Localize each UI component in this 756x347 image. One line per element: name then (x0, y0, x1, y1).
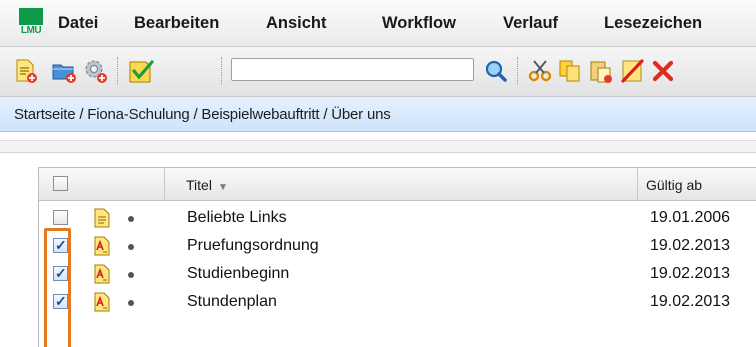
row-checkbox[interactable] (53, 210, 68, 225)
spacer (0, 132, 756, 140)
table-row[interactable]: Beliebte Links 19.01.2006 (39, 205, 756, 232)
delete-icon[interactable] (650, 58, 676, 84)
menu-bearbeiten[interactable]: Bearbeiten (134, 14, 219, 33)
menu-workflow[interactable]: Workflow (382, 14, 456, 33)
title-cell[interactable]: Studienbeginn (187, 265, 289, 283)
status-dot (128, 300, 134, 306)
document-icon (94, 208, 110, 228)
valid-from-cell: 19.01.2006 (650, 209, 731, 226)
lmu-logo: LMU (19, 8, 43, 36)
content-table: Titel ▼ Gültig ab Beliebte Links 19.01.20… (38, 167, 756, 347)
table-row[interactable]: ✓ Studienbeginn 19.02.2013 (39, 261, 756, 288)
valid-from-cell: 19.02.2013 (650, 237, 731, 254)
breadcrumb[interactable]: Startseite / Fiona-Schulung / Beispielwe… (14, 106, 391, 123)
copy-icon[interactable] (557, 58, 583, 84)
status-dot (128, 272, 134, 278)
menu-datei[interactable]: Datei (58, 14, 98, 33)
new-document-icon[interactable] (13, 58, 39, 84)
title-cell[interactable]: Pruefungsordnung (187, 237, 319, 255)
edited-document-icon (94, 292, 110, 312)
column-divider (164, 168, 165, 200)
title-cell[interactable]: Stundenplan (187, 293, 277, 311)
new-gear-icon[interactable] (82, 58, 108, 84)
status-dot (128, 244, 134, 250)
horizontal-divider (0, 140, 756, 153)
toolbar-separator (117, 57, 119, 85)
column-divider (637, 168, 638, 200)
status-dot (128, 216, 134, 222)
column-header-title[interactable]: Titel ▼ (186, 177, 228, 193)
menu-bar: LMU Datei Bearbeiten Ansicht Workflow Ve… (0, 0, 756, 47)
menu-ansicht[interactable]: Ansicht (266, 14, 327, 33)
column-header-valid-from[interactable]: Gültig ab (646, 177, 702, 193)
checkbox-highlight-frame (44, 228, 71, 347)
menu-verlauf[interactable]: Verlauf (503, 14, 558, 33)
edited-document-icon (94, 236, 110, 256)
release-check-icon[interactable] (127, 58, 157, 84)
paste-icon[interactable] (588, 58, 614, 84)
sort-desc-icon: ▼ (217, 182, 228, 193)
toolbar-separator (517, 57, 519, 85)
search-icon[interactable] (483, 58, 509, 84)
column-header-title-label: Titel (186, 177, 212, 193)
breadcrumb-bar: Startseite / Fiona-Schulung / Beispielwe… (0, 97, 756, 132)
edited-document-icon (94, 264, 110, 284)
table-row[interactable]: ✓ Stundenplan 19.02.2013 (39, 289, 756, 316)
new-folder-icon[interactable] (51, 58, 77, 84)
search-input[interactable] (231, 58, 474, 81)
valid-from-cell: 19.02.2013 (650, 265, 731, 282)
table-header: Titel ▼ Gültig ab (39, 167, 756, 201)
cut-icon[interactable] (527, 58, 553, 84)
toolbar-separator (221, 57, 223, 85)
cms-window: LMU Datei Bearbeiten Ansicht Workflow Ve… (0, 0, 756, 347)
toolbar (0, 47, 756, 97)
select-all-checkbox[interactable] (53, 176, 68, 191)
menu-lesezeichen[interactable]: Lesezeichen (604, 14, 702, 33)
table-row[interactable]: ✓ Pruefungsordnung 19.02.2013 (39, 233, 756, 260)
title-cell[interactable]: Beliebte Links (187, 209, 287, 227)
valid-from-cell: 19.02.2013 (650, 293, 731, 310)
logo-text: LMU (20, 25, 42, 36)
no-edit-icon[interactable] (620, 58, 646, 84)
